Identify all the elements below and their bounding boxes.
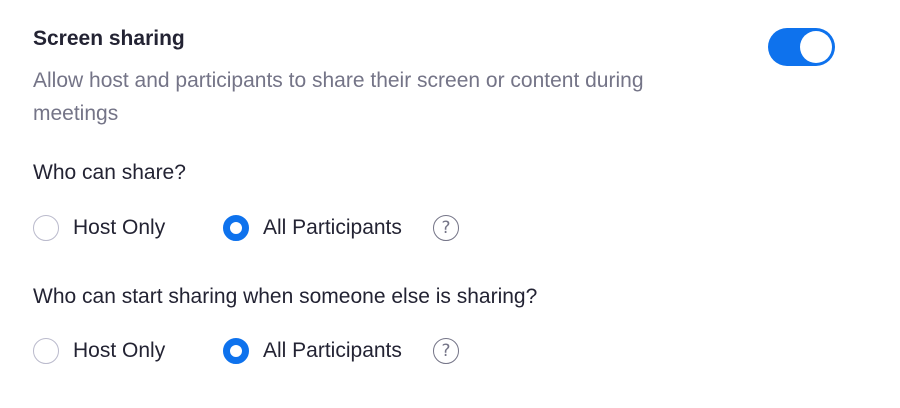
- radio-all-participants[interactable]: [223, 338, 249, 364]
- radio-label-host-only: Host Only: [73, 339, 166, 362]
- who-can-start-sharing-options: Host Only All Participants ?: [33, 336, 533, 366]
- radio-host-only[interactable]: [33, 338, 59, 364]
- who-can-share-all-participants-option[interactable]: All Participants: [223, 213, 402, 243]
- radio-label-all-participants: All Participants: [263, 216, 402, 239]
- who-can-share-question: Who can share?: [33, 161, 186, 184]
- start-sharing-all-participants-option[interactable]: All Participants: [223, 336, 402, 366]
- setting-title: Screen sharing: [33, 27, 185, 50]
- toggle-knob: [800, 31, 832, 63]
- question-circle-icon[interactable]: ?: [433, 338, 459, 364]
- start-sharing-host-only-option[interactable]: Host Only: [33, 336, 165, 366]
- setting-description: Allow host and participants to share the…: [33, 69, 644, 125]
- radio-label-host-only: Host Only: [73, 216, 166, 239]
- radio-all-participants[interactable]: [223, 215, 249, 241]
- question-circle-icon[interactable]: ?: [433, 215, 459, 241]
- who-can-start-sharing-question: Who can start sharing when someone else …: [33, 285, 538, 308]
- who-can-share-options: Host Only All Participants ?: [33, 213, 533, 243]
- radio-label-all-participants: All Participants: [263, 339, 402, 362]
- screen-sharing-toggle[interactable]: [768, 28, 835, 66]
- who-can-share-host-only-option[interactable]: Host Only: [33, 213, 165, 243]
- radio-host-only[interactable]: [33, 215, 59, 241]
